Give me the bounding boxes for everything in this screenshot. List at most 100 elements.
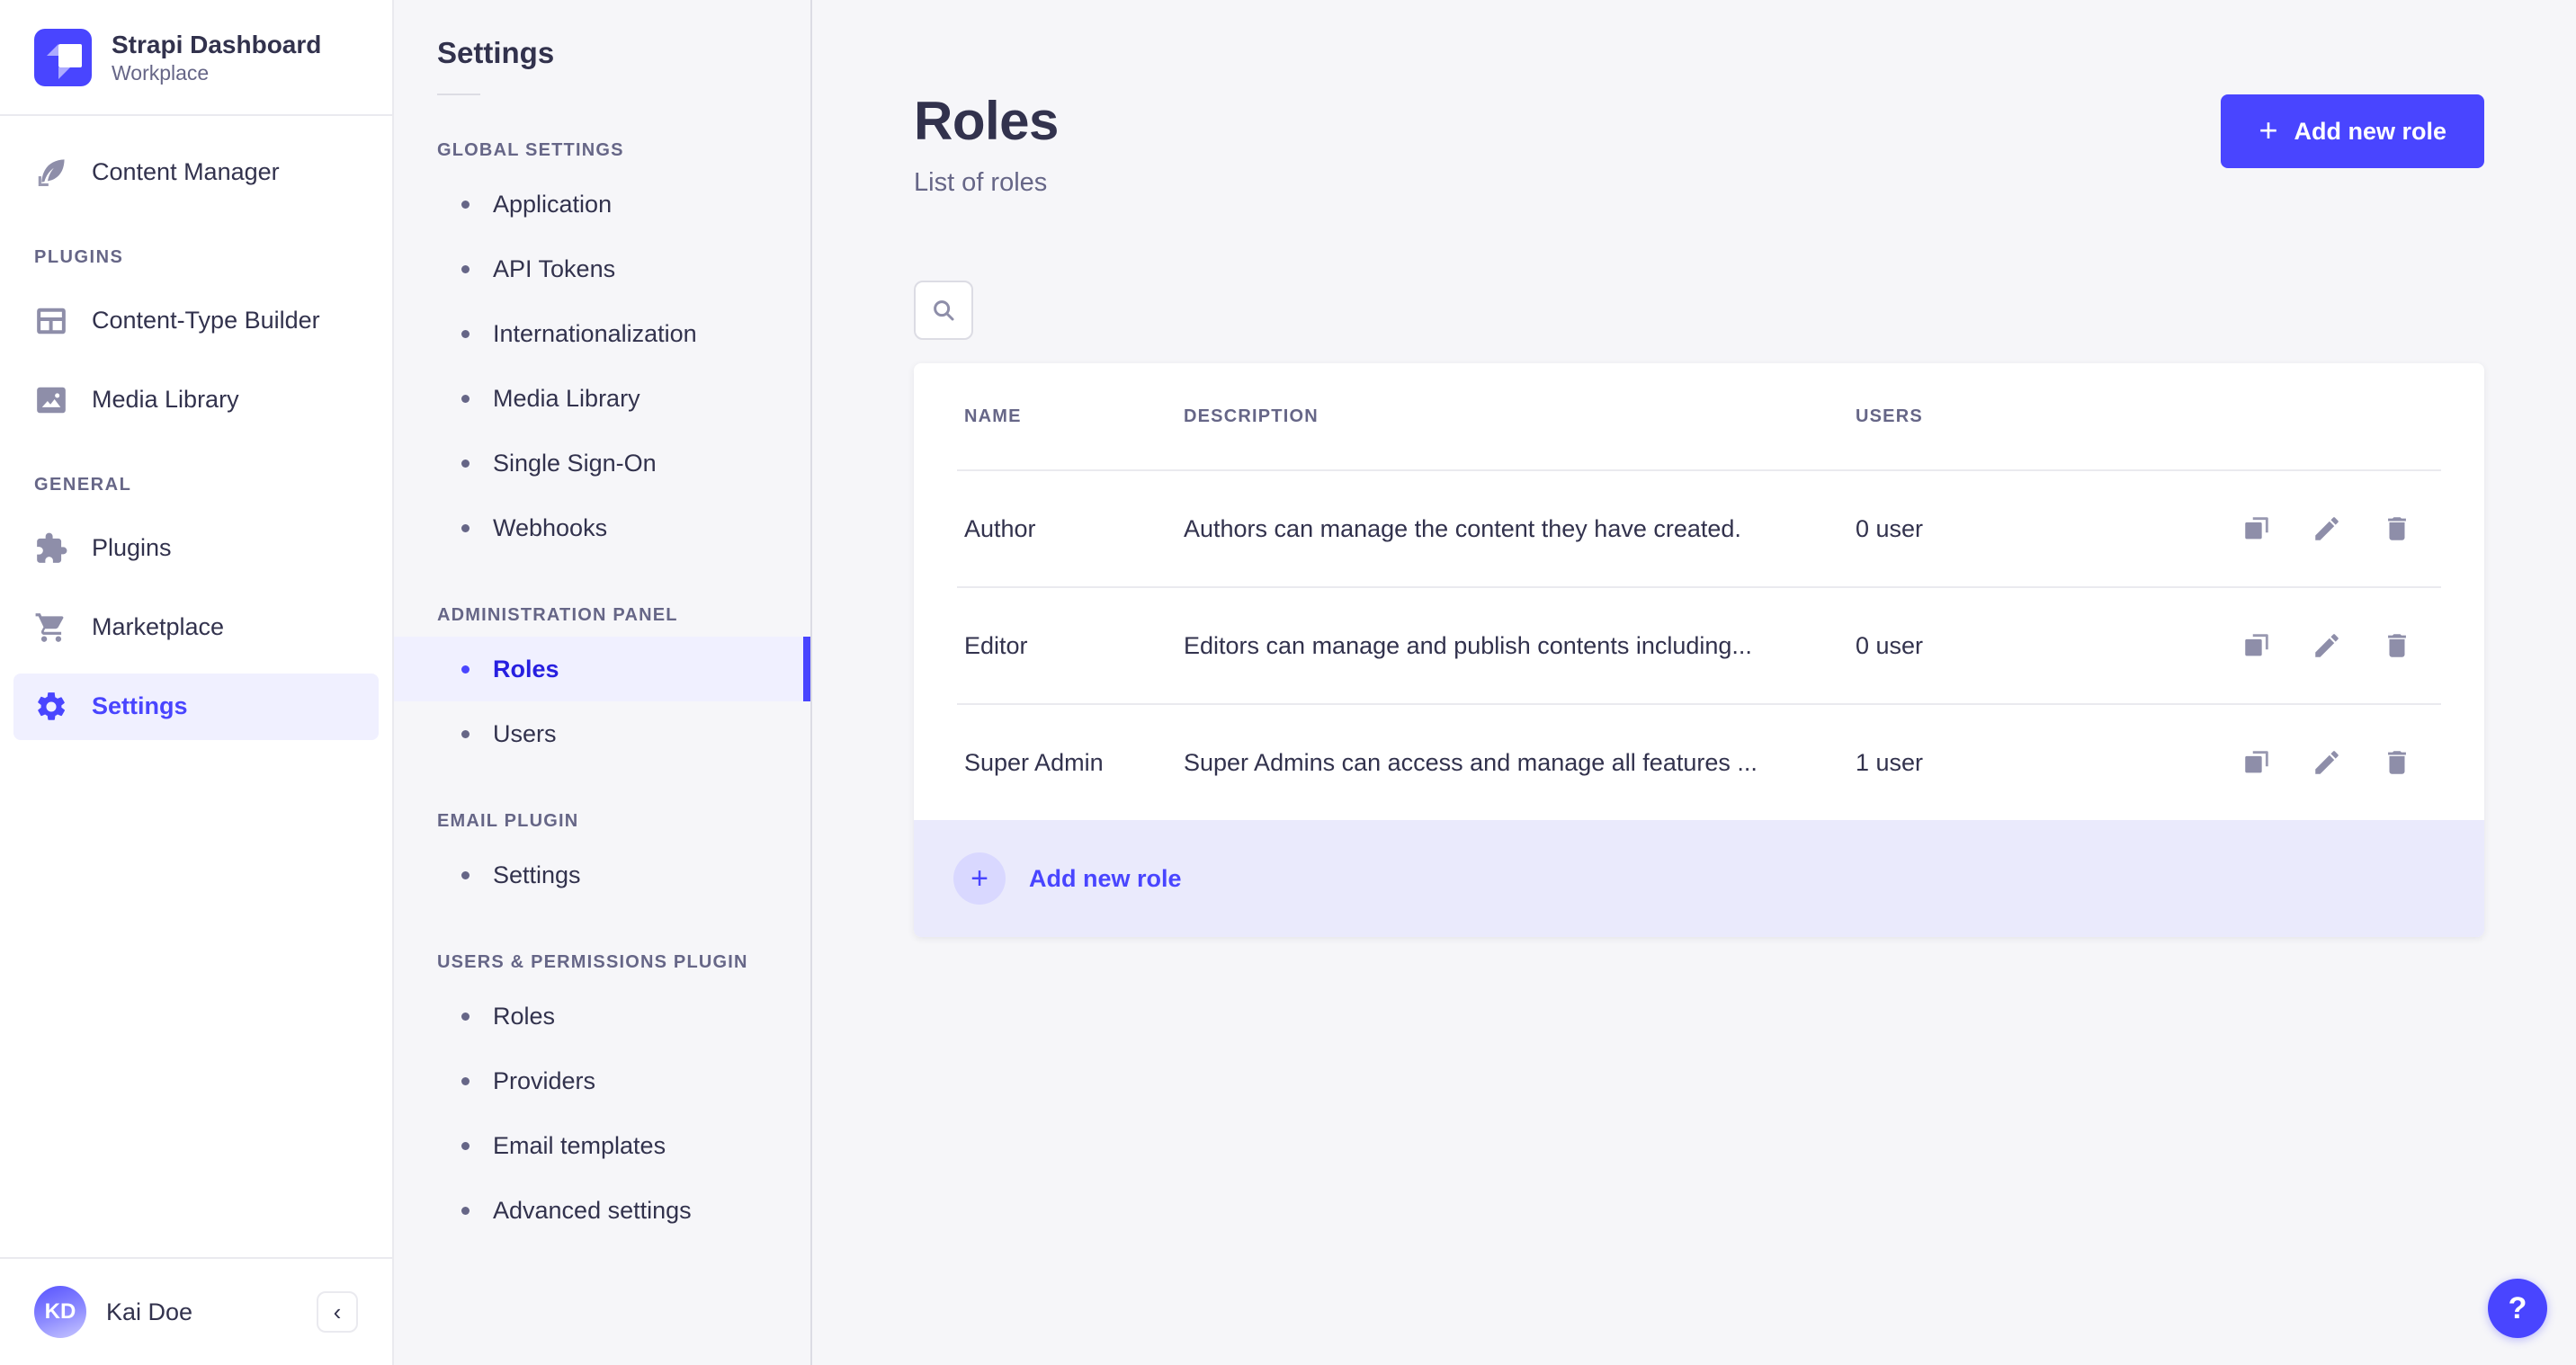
- image-icon: [34, 383, 68, 417]
- subnav-section-administration-panel: ADMINISTRATION PANEL: [437, 605, 678, 625]
- sidebar-item-settings[interactable]: Settings: [13, 673, 379, 740]
- subnav-item-up-roles[interactable]: Roles: [394, 984, 810, 1048]
- role-name: Author: [964, 514, 1036, 542]
- feather-pen-icon: [34, 156, 68, 190]
- subnav-item-advanced-settings[interactable]: Advanced settings: [394, 1178, 810, 1243]
- help-button[interactable]: ?: [2488, 1279, 2547, 1338]
- sidebar-section-plugins: PLUGINS: [34, 246, 124, 267]
- bullet-icon: [461, 1012, 470, 1021]
- sidebar-item-label: Content Manager: [92, 158, 280, 186]
- subnav-item-label: Providers: [493, 1066, 596, 1094]
- sidebar-item-label: Marketplace: [92, 613, 225, 641]
- plus-icon: +: [2258, 111, 2278, 148]
- bullet-icon: [461, 394, 470, 403]
- search-button[interactable]: [914, 281, 973, 340]
- edit-role-button[interactable]: [2312, 630, 2342, 661]
- edit-role-button[interactable]: [2312, 747, 2342, 778]
- subnav-item-single-sign-on[interactable]: Single Sign-On: [394, 431, 810, 495]
- bullet-icon: [461, 523, 470, 532]
- pencil-icon: [2312, 630, 2342, 661]
- subnav-item-internationalization[interactable]: Internationalization: [394, 301, 810, 366]
- puzzle-icon: [34, 531, 68, 566]
- subnav-item-label: Settings: [493, 861, 581, 888]
- column-header-description: DESCRIPTION: [1184, 406, 1319, 426]
- table-header-row: NAME DESCRIPTION USERS: [914, 363, 2484, 469]
- subnav-item-label: Webhooks: [493, 513, 608, 541]
- subnav-item-label: Users: [493, 719, 557, 747]
- avatar[interactable]: KD: [34, 1286, 86, 1338]
- table-footer-add-new-role[interactable]: + Add new role: [914, 820, 2484, 937]
- search-icon: [930, 297, 957, 324]
- subnav-item-webhooks[interactable]: Webhooks: [394, 495, 810, 560]
- role-name: Super Admin: [964, 748, 1104, 776]
- edit-role-button[interactable]: [2312, 513, 2342, 544]
- brand-subtitle: Workplace: [112, 61, 210, 85]
- chevron-left-icon: ‹: [333, 1298, 342, 1325]
- duplicate-role-button[interactable]: [2241, 630, 2272, 661]
- trash-icon: [2382, 747, 2412, 778]
- brand-block[interactable]: Strapi Dashboard Workplace: [0, 0, 392, 116]
- trash-icon: [2382, 513, 2412, 544]
- delete-role-button[interactable]: [2382, 747, 2412, 778]
- collapse-sidebar-button[interactable]: ‹: [317, 1291, 358, 1333]
- sidebar-item-label: Settings: [92, 692, 188, 720]
- bullet-icon: [461, 870, 470, 879]
- cart-icon: [34, 611, 68, 645]
- roles-table: NAME DESCRIPTION USERS Author Authors ca…: [914, 363, 2484, 937]
- row-actions: [2241, 513, 2484, 544]
- subnav-item-email-settings[interactable]: Settings: [394, 843, 810, 907]
- role-name: Editor: [964, 631, 1028, 659]
- subnav-item-email-templates[interactable]: Email templates: [394, 1113, 810, 1178]
- role-users-count: 1 user: [1856, 748, 1924, 776]
- sidebar-item-marketplace[interactable]: Marketplace: [13, 594, 379, 661]
- sidebar-item-label: Plugins: [92, 534, 172, 562]
- subnav-item-roles[interactable]: Roles: [394, 637, 810, 701]
- table-toolbar: [812, 198, 2576, 340]
- row-actions: [2241, 747, 2484, 778]
- delete-role-button[interactable]: [2382, 513, 2412, 544]
- sidebar-item-plugins[interactable]: Plugins: [13, 515, 379, 582]
- table-row-editor[interactable]: Editor Editors can manage and publish co…: [914, 588, 2484, 703]
- question-mark-icon: ?: [2508, 1290, 2527, 1325]
- strapi-logo-icon: [34, 29, 92, 87]
- sidebar-item-media-library[interactable]: Media Library: [13, 367, 379, 433]
- table-row-super-admin[interactable]: Super Admin Super Admins can access and …: [914, 705, 2484, 820]
- subnav-item-media-library[interactable]: Media Library: [394, 366, 810, 431]
- subnav-item-providers[interactable]: Providers: [394, 1048, 810, 1113]
- role-users-count: 0 user: [1856, 514, 1924, 542]
- sidebar-footer: KD Kai Doe ‹: [0, 1257, 392, 1365]
- subnav-item-label: Email templates: [493, 1131, 666, 1159]
- user-name: Kai Doe: [106, 1298, 193, 1325]
- subnav-section-users-permissions-plugin: USERS & PERMISSIONS PLUGIN: [437, 952, 748, 972]
- role-description: Authors can manage the content they have…: [1184, 514, 1741, 542]
- role-description: Editors can manage and publish contents …: [1184, 631, 1752, 659]
- page-header: Roles List of roles + Add new role: [812, 0, 2576, 198]
- sidebar-item-label: Content-Type Builder: [92, 307, 320, 335]
- duplicate-icon: [2241, 630, 2272, 661]
- bullet-icon: [461, 329, 470, 338]
- sidebar-item-label: Media Library: [92, 386, 239, 414]
- table-row-author[interactable]: Author Authors can manage the content th…: [914, 471, 2484, 586]
- main-content: Roles List of roles + Add new role NAME …: [812, 0, 2576, 1365]
- gear-icon: [34, 690, 68, 724]
- sidebar-item-content-manager[interactable]: Content Manager: [13, 139, 379, 206]
- duplicate-role-button[interactable]: [2241, 513, 2272, 544]
- bullet-icon: [461, 1206, 470, 1215]
- brand-title: Strapi Dashboard: [112, 31, 322, 58]
- settings-subnav: Settings GLOBAL SETTINGS Application API…: [394, 0, 812, 1365]
- page-subtitle: List of roles: [914, 168, 1048, 197]
- subnav-item-application[interactable]: Application: [394, 172, 810, 236]
- subnav-item-users[interactable]: Users: [394, 701, 810, 766]
- sidebar-item-content-type-builder[interactable]: Content-Type Builder: [13, 288, 379, 354]
- add-new-role-button[interactable]: + Add new role: [2221, 94, 2484, 168]
- bullet-icon: [461, 200, 470, 209]
- brand-text: Strapi Dashboard Workplace: [112, 29, 321, 87]
- delete-role-button[interactable]: [2382, 630, 2412, 661]
- footer-add-new-role-label: Add new role: [1029, 864, 1182, 892]
- main-sidebar: Strapi Dashboard Workplace Content Manag…: [0, 0, 394, 1365]
- pencil-icon: [2312, 513, 2342, 544]
- duplicate-role-button[interactable]: [2241, 747, 2272, 778]
- subnav-item-label: API Tokens: [493, 254, 616, 282]
- subnav-divider: [437, 94, 480, 95]
- subnav-item-api-tokens[interactable]: API Tokens: [394, 236, 810, 301]
